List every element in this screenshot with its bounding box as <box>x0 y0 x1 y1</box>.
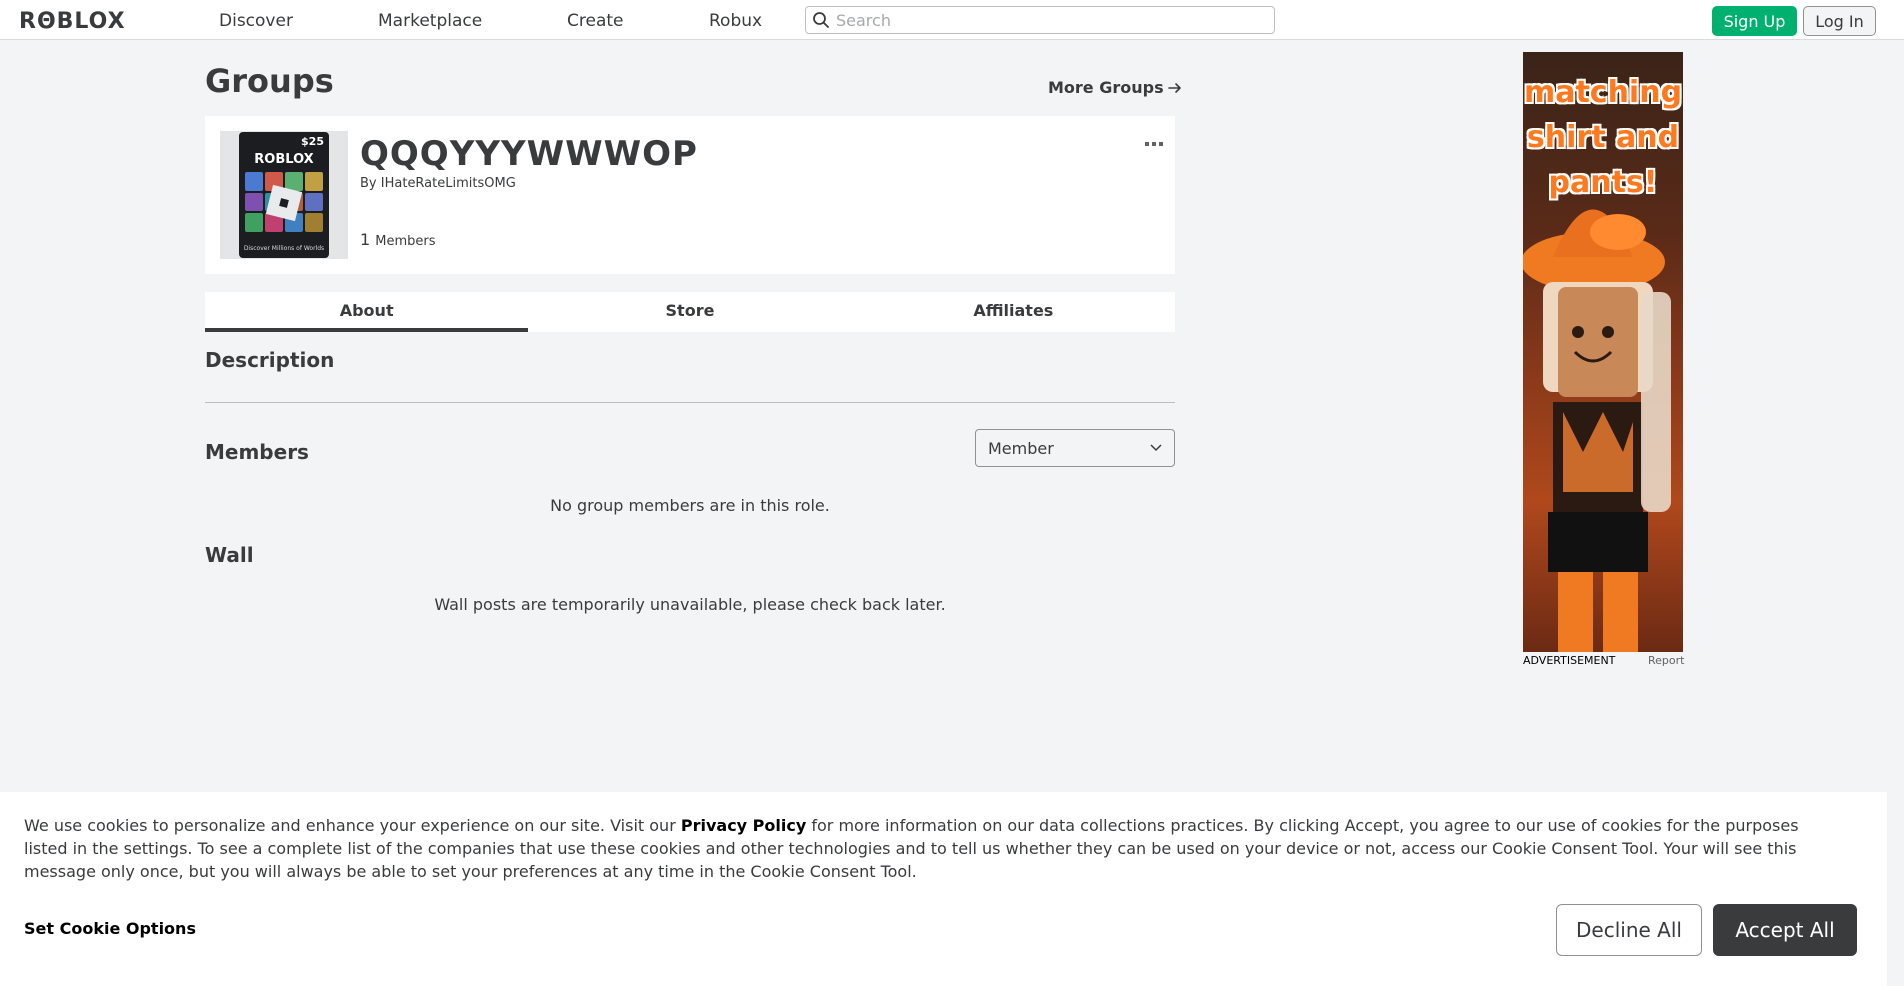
by-label: By <box>360 176 377 191</box>
privacy-policy-link[interactable]: Privacy Policy <box>681 816 806 835</box>
member-count-label: Members <box>375 234 436 249</box>
arrow-right-icon <box>1167 82 1181 93</box>
nav-link-marketplace[interactable]: Marketplace <box>378 11 482 31</box>
gift-card-logo: ROBLOX <box>254 152 314 167</box>
more-groups-link[interactable]: More Groups <box>1048 78 1182 97</box>
log-in-button[interactable]: Log In <box>1803 6 1876 36</box>
ad-avatar-image <box>1523 209 1671 652</box>
tab-store[interactable]: Store <box>528 292 851 332</box>
decline-all-button[interactable]: Decline All <box>1556 904 1702 956</box>
tab-about[interactable]: About <box>205 292 529 332</box>
more-options-icon[interactable] <box>1145 132 1163 151</box>
role-dropdown-value: Member <box>988 438 1054 458</box>
nav-link-robux[interactable]: Robux <box>709 11 762 31</box>
nav-link-create[interactable]: Create <box>567 11 624 31</box>
members-empty-message: No group members are in this role. <box>550 496 830 515</box>
member-count-value: 1 <box>360 230 371 249</box>
page-title: Groups <box>205 62 334 100</box>
tab-affiliates[interactable]: Affiliates <box>852 292 1175 332</box>
cookie-text-before: We use cookies to personalize and enhanc… <box>24 816 681 835</box>
roblox-logo[interactable]: RΘBLOX <box>19 9 126 34</box>
search-icon <box>813 12 829 28</box>
members-heading: Members <box>205 440 309 464</box>
cookie-message: We use cookies to personalize and enhanc… <box>24 814 1844 883</box>
chevron-down-icon <box>1150 444 1162 452</box>
gift-card-caption: Discover Millions of Worlds <box>243 245 325 252</box>
group-name: QQQYYYWWWOP <box>360 134 698 174</box>
sign-up-button[interactable]: Sign Up <box>1712 6 1797 36</box>
group-owner: By IHateRateLimitsOMG <box>360 176 516 191</box>
section-divider <box>205 402 1175 403</box>
search-box[interactable] <box>805 6 1275 34</box>
owner-link[interactable]: IHateRateLimitsOMG <box>381 176 516 191</box>
role-dropdown[interactable]: Member <box>975 429 1175 467</box>
more-groups-label: More Groups <box>1048 78 1164 97</box>
search-input[interactable] <box>836 10 1256 30</box>
ad-label: ADVERTISEMENT <box>1523 654 1616 667</box>
description-heading: Description <box>205 348 335 372</box>
member-count: 1 Members <box>360 230 436 249</box>
group-thumbnail: $25 ROBLOX Discover Millions of Worlds <box>220 131 348 259</box>
nav-link-discover[interactable]: Discover <box>219 11 293 31</box>
set-cookie-options-link[interactable]: Set Cookie Options <box>24 919 196 938</box>
advertisement-banner[interactable]: matching shirt and pants! <box>1523 52 1683 652</box>
cookie-consent-banner: We use cookies to personalize and enhanc… <box>0 792 1887 986</box>
accept-all-button[interactable]: Accept All <box>1713 904 1857 956</box>
gift-card-price: $25 <box>301 135 324 148</box>
gift-card-image: $25 ROBLOX Discover Millions of Worlds <box>239 132 329 258</box>
top-navigation-bar: RΘBLOX Discover Marketplace Create Robux… <box>0 0 1904 40</box>
group-tabs: About Store Affiliates <box>205 292 1175 332</box>
wall-empty-message: Wall posts are temporarily unavailable, … <box>434 595 946 614</box>
group-header-card: $25 ROBLOX Discover Millions of Worlds Q… <box>205 116 1175 274</box>
ad-report-link[interactable]: Report <box>1648 654 1684 667</box>
wall-heading: Wall <box>205 543 254 567</box>
